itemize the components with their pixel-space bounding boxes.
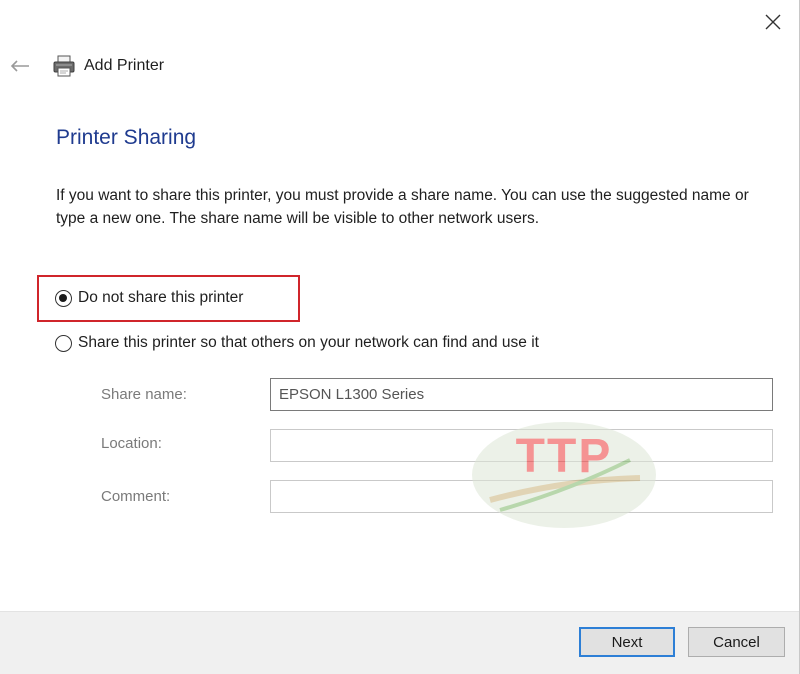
do-not-share-radio[interactable]: [55, 289, 72, 307]
next-button[interactable]: Next: [579, 627, 675, 657]
window-title: Add Printer: [84, 57, 165, 74]
printer-icon: [53, 55, 75, 77]
do-not-share-option[interactable]: Do not share this printer: [55, 289, 243, 307]
page-description: If you want to share this printer, you m…: [56, 187, 749, 227]
location-label: Location:: [101, 435, 162, 452]
back-button[interactable]: [10, 55, 32, 77]
location-input[interactable]: [270, 429, 773, 462]
window-titlebar: Add Printer: [10, 52, 164, 80]
share-name-input[interactable]: [270, 378, 773, 411]
page-title: Printer Sharing: [56, 126, 197, 149]
comment-label: Comment:: [101, 488, 171, 505]
close-icon: [765, 14, 781, 30]
cancel-button[interactable]: Cancel: [688, 627, 785, 657]
back-arrow-icon: [10, 60, 29, 72]
share-name-label: Share name:: [101, 386, 187, 403]
share-printer-label: Share this printer so that others on you…: [78, 334, 539, 351]
comment-input[interactable]: [270, 480, 773, 513]
share-printer-radio[interactable]: [55, 334, 72, 352]
close-button[interactable]: [763, 12, 783, 32]
share-printer-option[interactable]: Share this printer so that others on you…: [55, 334, 539, 352]
dialog-footer: [0, 611, 799, 674]
do-not-share-label: Do not share this printer: [78, 289, 244, 306]
add-printer-window: Add Printer Printer Sharing If you want …: [0, 0, 800, 674]
